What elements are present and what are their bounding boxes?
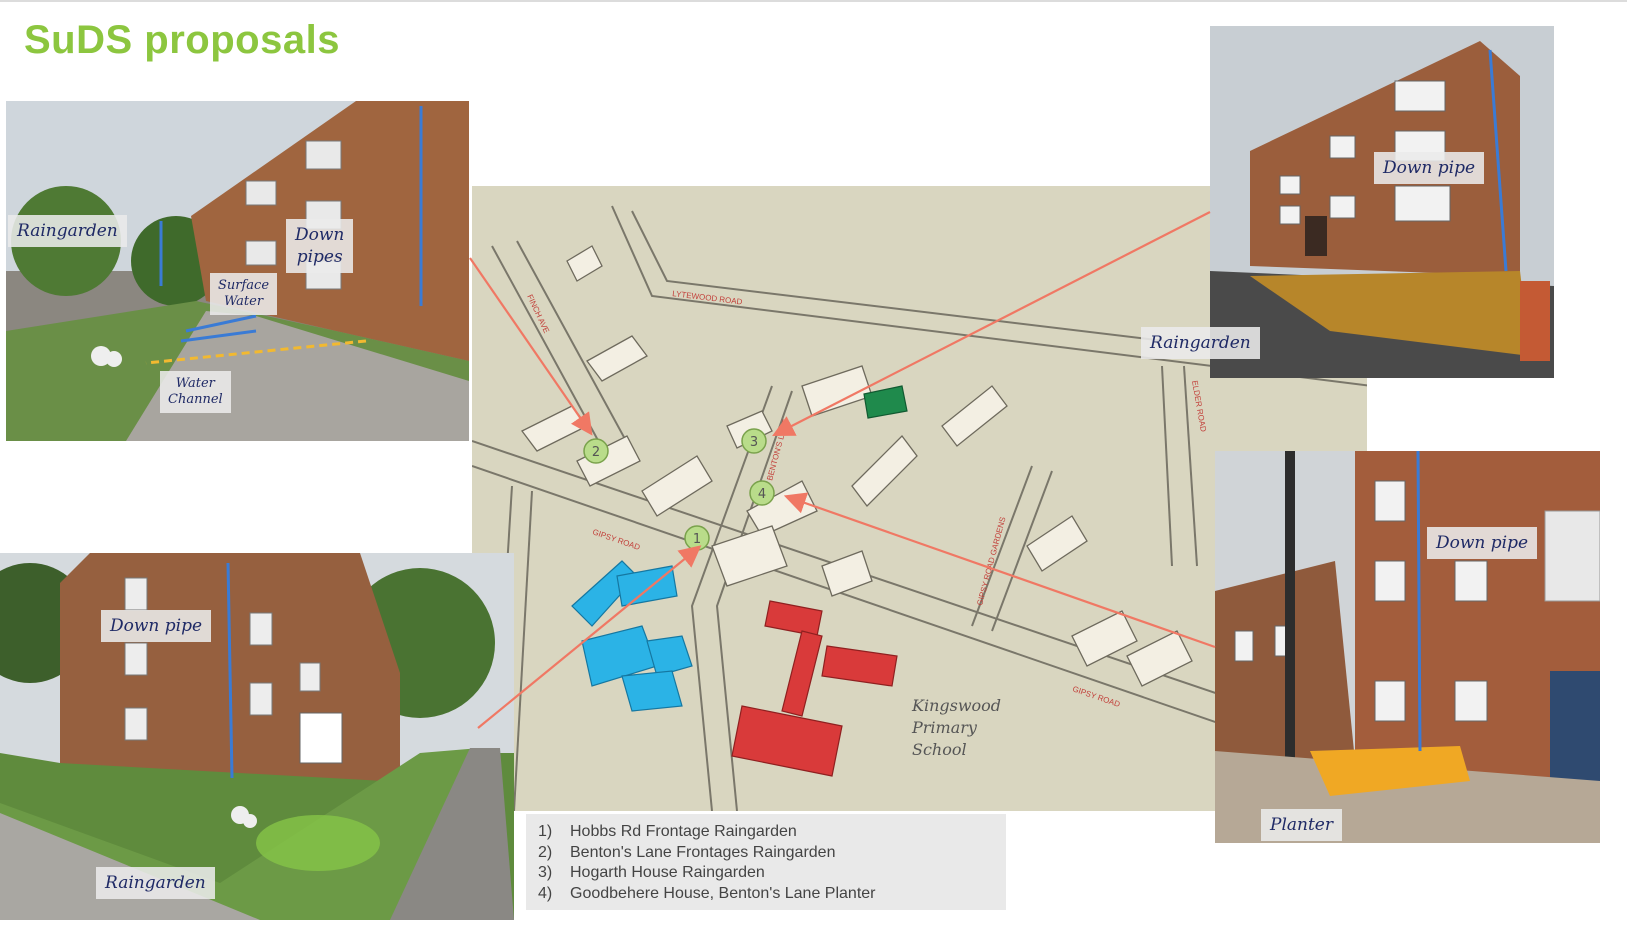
label-text: Raingarden [17, 221, 118, 241]
marker-4[interactable]: 4 [749, 480, 775, 506]
marker-2-label: 2 [592, 445, 600, 460]
legend-item: 3) Hogarth House Raingarden [538, 863, 994, 884]
school-label-3: School [912, 740, 967, 759]
photo-hobbs-raingarden: Raingarden Down pipes Surface Water Wate… [6, 101, 469, 441]
label-text: Down [295, 225, 345, 245]
label-text: Down pipe [110, 616, 203, 636]
label-raingarden-1: Raingarden [8, 215, 127, 247]
label-text: Raingarden [105, 873, 206, 893]
label-text: Planter [1270, 815, 1333, 835]
legend-list: 1) Hobbs Rd Frontage Raingarden 2) Benton'… [538, 822, 994, 904]
label-water-channel: Water Channel [160, 371, 231, 413]
legend-item: 2) Benton's Lane Frontages Raingarden [538, 843, 994, 864]
marker-1[interactable]: 1 [684, 525, 710, 551]
marker-3[interactable]: 3 [741, 428, 767, 454]
legend-item: 1) Hobbs Rd Frontage Raingarden [538, 822, 994, 843]
label-text: Raingarden [1150, 333, 1251, 353]
label-planter: Planter [1261, 809, 1342, 841]
label-raingarden-3-outside: Raingarden [1141, 327, 1260, 359]
proposal-legend: 1) Hobbs Rd Frontage Raingarden 2) Benton'… [526, 814, 1006, 910]
page-title: SuDS proposals [24, 18, 340, 62]
label-down-pipe-3: Down pipe [1374, 152, 1485, 184]
school-label-1: Kingswood [911, 696, 1001, 715]
marker-3-label: 3 [750, 435, 758, 450]
school-label-2: Primary [911, 718, 978, 737]
label-text: Water [175, 376, 215, 391]
photo-hogarth-raingarden: Down pipe [1210, 26, 1554, 378]
photo-bentons-raingarden: Down pipe Raingarden [0, 553, 514, 920]
photo-goodbehere-planter: Down pipe Planter [1215, 451, 1600, 843]
label-down-pipes: Down pipes [286, 219, 354, 273]
legend-text: Hogarth House Raingarden [570, 864, 765, 881]
label-surface-water: Surface Water [210, 273, 278, 315]
legend-number: 3) [538, 864, 553, 881]
legend-item: 4) Goodbehere House, Benton's Lane Plante… [538, 884, 994, 905]
legend-number: 2) [538, 843, 553, 861]
legend-number: 1) [538, 823, 553, 840]
label-text: pipes [296, 247, 343, 267]
label-raingarden-2: Raingarden [96, 867, 215, 899]
legend-text: Hobbs Rd Frontage Raingarden [570, 823, 797, 840]
legend-text: Benton's Lane Frontages Raingarden [570, 843, 836, 861]
label-down-pipe-4: Down pipe [1427, 527, 1538, 559]
top-divider [0, 0, 1627, 2]
label-text: Down pipe [1436, 533, 1529, 553]
label-text: Channel [168, 392, 223, 407]
label-text: Water [223, 294, 264, 309]
marker-1-label: 1 [693, 532, 701, 547]
marker-2[interactable]: 2 [583, 438, 609, 464]
legend-text: Goodbehere House, Benton's Lane Planter [570, 884, 876, 902]
marker-4-label: 4 [758, 487, 766, 502]
label-text: Surface [218, 278, 270, 293]
label-down-pipe-2: Down pipe [101, 610, 212, 642]
legend-number: 4) [538, 884, 553, 902]
label-text: Down pipe [1383, 158, 1476, 178]
